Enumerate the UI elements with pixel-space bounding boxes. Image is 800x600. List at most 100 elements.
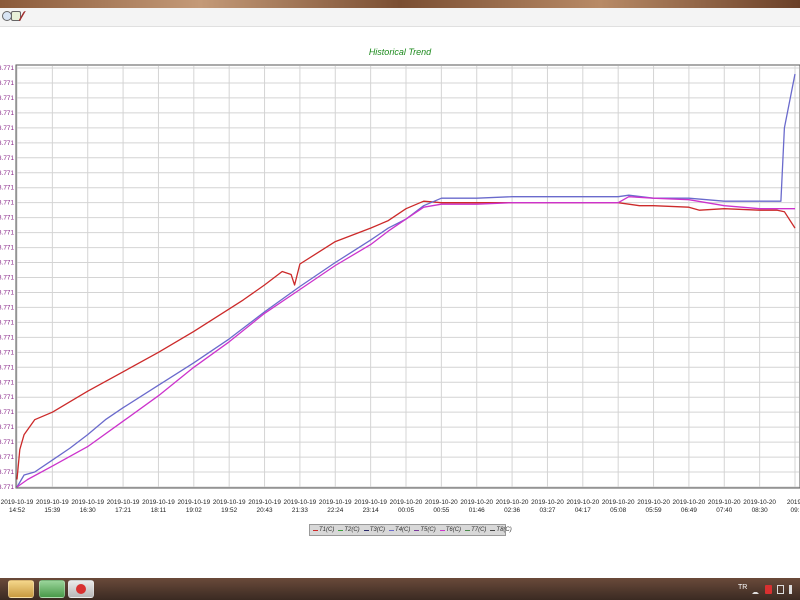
y-tick-label: 3.771: [0, 409, 14, 416]
trend-chart: 3.771 3.771 3.771 3.771 3.771 3.771 3.771 3.771…: [0, 64, 800, 514]
legend-label: T8(C): [496, 527, 512, 533]
alert-icon[interactable]: [765, 585, 772, 594]
legend-item: T6(C): [439, 527, 462, 533]
x-tick-time: 01:46: [469, 507, 485, 514]
x-tick-time: 03:27: [539, 507, 555, 514]
legend-swatch: [490, 529, 496, 531]
y-tick-label: 3.771: [0, 454, 14, 461]
y-tick-label: 3.771: [0, 394, 14, 401]
legend-item: T7(C): [465, 527, 486, 533]
y-tick-label: 3.771: [0, 230, 14, 237]
volume-icon[interactable]: [789, 585, 796, 594]
x-tick-time: 17:21: [115, 507, 131, 514]
x-tick-time: 19:52: [221, 507, 237, 514]
legend-item: T1(C): [313, 527, 334, 533]
y-tick-label: 3.771: [0, 95, 14, 102]
legend-item: T3(C): [363, 527, 386, 533]
x-tick-date: 2019-10-19: [213, 499, 246, 506]
trend-app-icon[interactable]: [68, 580, 94, 598]
taskbar: [0, 578, 800, 600]
x-tick-date: 2019-10-19: [107, 499, 140, 506]
x-tick-date: 2019-10-20: [496, 499, 529, 506]
legend-label: T3(C): [369, 527, 386, 533]
legend-label: T1(C): [319, 527, 335, 533]
x-tick-date: 2019-10-20: [743, 499, 776, 506]
y-tick-label: 3.771: [0, 275, 14, 282]
x-tick-time: 05:08: [610, 507, 626, 514]
x-tick-date: 2019-10-20: [566, 499, 599, 506]
y-tick-label: 3.771: [0, 155, 14, 162]
x-tick-time: 19:02: [186, 507, 202, 514]
legend-item: T4(C): [389, 527, 410, 533]
x-tick-date: 2019-10-19: [177, 499, 210, 506]
y-tick-label: 3.771: [0, 200, 14, 207]
x-tick-date: 2019-10-19: [319, 499, 352, 506]
x-tick-time: 04:17: [575, 507, 591, 514]
x-tick-time: 16:30: [80, 507, 96, 514]
file-manager-icon[interactable]: [8, 580, 34, 598]
legend-label: T2(C): [344, 527, 360, 533]
x-tick-time: 05:59: [646, 507, 662, 514]
x-tick-time: 14:52: [9, 507, 25, 514]
x-tick-time: 09:: [791, 507, 800, 514]
x-tick-date: 2019-10-20: [708, 499, 741, 506]
legend-label: T6(C): [445, 527, 462, 533]
app-icon[interactable]: [39, 580, 65, 598]
y-tick-label: 3.771: [0, 424, 14, 431]
x-tick-date: 2019-10-20: [602, 499, 635, 506]
y-tick-label: 3.771: [0, 170, 14, 177]
x-tick-date: 2019-10-19: [354, 499, 387, 506]
x-axis-ticks: 2019-10-1914:522019-10-1915:392019-10-19…: [1, 499, 800, 514]
x-tick-time: 07:40: [716, 507, 732, 514]
y-tick-label: 3.771: [0, 379, 14, 386]
y-tick-label: 3.771: [0, 304, 14, 311]
y-tick-label: 3.771: [0, 319, 14, 326]
y-tick-label: 3.771: [0, 469, 14, 476]
x-tick-time: 18:11: [151, 507, 167, 514]
x-tick-time: 20:43: [257, 507, 273, 514]
legend-swatch: [465, 529, 471, 531]
legend-swatch: [414, 529, 420, 531]
chart-title: Historical Trend: [368, 47, 432, 57]
y-tick-label: 3.771: [0, 215, 14, 222]
x-tick-date: 2019-10-19: [284, 499, 317, 506]
x-tick-time: 21:33: [292, 507, 308, 514]
x-tick-date: 2019-10-20: [637, 499, 670, 506]
x-tick-time: 22:24: [327, 507, 343, 514]
plot-frame: [15, 64, 800, 489]
legend-label: T4(C): [395, 527, 411, 533]
legend-label: T7(C): [471, 527, 487, 533]
y-tick-label: 3.771: [0, 125, 14, 132]
legend-swatch: [389, 529, 395, 531]
legend-swatch: [439, 529, 445, 531]
x-tick-date: 2019-10-20: [390, 499, 423, 506]
tray-language[interactable]: TR: [738, 584, 747, 591]
legend-swatch: [338, 529, 344, 531]
legend-item: T2(C): [338, 527, 360, 533]
x-tick-time: 00:05: [398, 507, 414, 514]
legend-item: T8(C): [490, 527, 512, 533]
legend-label: T5(C): [420, 527, 436, 533]
network-icon[interactable]: [752, 585, 759, 594]
y-tick-label: 3.771: [0, 140, 14, 147]
x-tick-date: 2019-10-19: [71, 499, 104, 506]
y-tick-label: 3.771: [0, 110, 14, 117]
y-tick-label: 3.771: [0, 439, 14, 446]
x-tick-time: 08:30: [752, 507, 768, 514]
y-tick-label: 3.771: [0, 65, 14, 72]
x-tick-time: 02:36: [504, 507, 520, 514]
chart-grid: [16, 66, 799, 488]
y-tick-label: 3.771: [0, 260, 14, 267]
x-tick-date: 2019-10-20: [531, 499, 564, 506]
x-tick-date: 2019-10-20: [460, 499, 493, 506]
y-axis-ticks: 3.771 3.771 3.771 3.771 3.771 3.771 3.771 3.771…: [0, 65, 14, 491]
y-tick-label: 3.771: [0, 185, 14, 192]
y-tick-label: 3.771: [0, 334, 14, 341]
x-tick-date: 2019-10-19: [36, 499, 69, 506]
legend-swatch: [313, 529, 318, 531]
y-tick-label: 3.771: [0, 364, 14, 371]
y-tick-label: 3.771: [0, 349, 14, 356]
display-icon[interactable]: [777, 585, 784, 594]
y-tick-label: 3.771: [0, 80, 14, 87]
y-tick-label: 3.771: [0, 289, 14, 296]
